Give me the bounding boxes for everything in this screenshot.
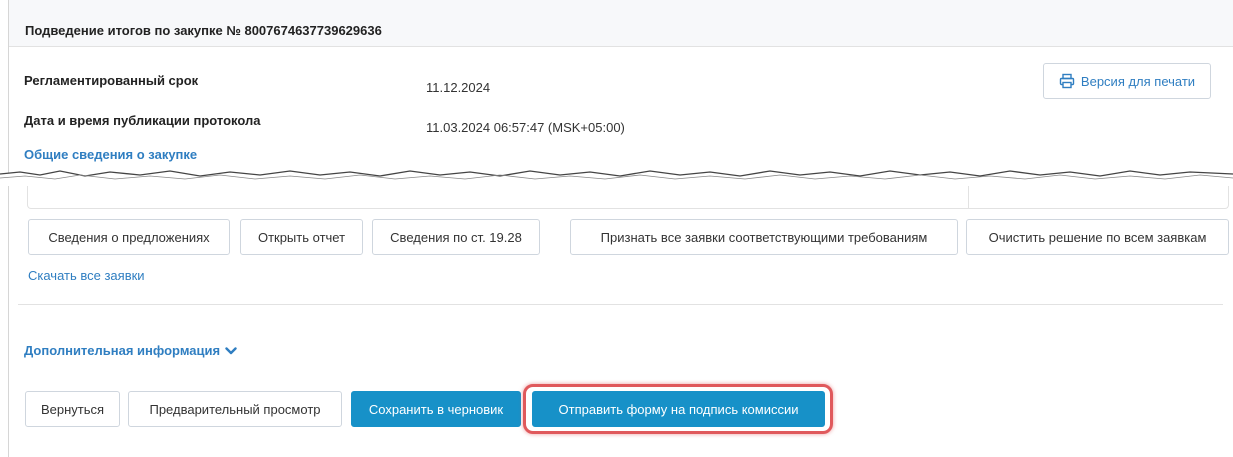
chevron-down-icon xyxy=(225,346,237,354)
bids-table-bottom xyxy=(27,186,1229,209)
art-1928-info-button[interactable]: Сведения по ст. 19.28 xyxy=(372,219,540,255)
panel-header: Подведение итогов по закупке № 800767463… xyxy=(9,0,1233,47)
highlight-frame xyxy=(523,384,833,434)
published-value: 11.03.2024 06:57:47 (MSK+05:00) xyxy=(426,120,625,135)
back-button[interactable]: Вернуться xyxy=(25,391,120,427)
published-label: Дата и время публикации протокола xyxy=(24,113,261,128)
deadline-value: 11.12.2024 xyxy=(426,80,491,95)
download-all-bids-link[interactable]: Скачать все заявки xyxy=(28,268,145,283)
additional-info-label: Дополнительная информация xyxy=(24,343,221,358)
offers-info-button[interactable]: Сведения о предложениях xyxy=(28,219,230,255)
accept-all-bids-button[interactable]: Признать все заявки соответствующими тре… xyxy=(570,219,958,255)
preview-button[interactable]: Предварительный просмотр xyxy=(128,391,342,427)
divider xyxy=(18,304,1223,305)
print-version-button[interactable]: Версия для печати xyxy=(1043,63,1211,99)
save-draft-button[interactable]: Сохранить в черновик xyxy=(351,391,521,427)
open-report-button[interactable]: Открыть отчет xyxy=(240,219,363,255)
additional-info-toggle[interactable]: Дополнительная информация xyxy=(24,343,237,358)
clear-all-decisions-button[interactable]: Очистить решение по всем заявкам xyxy=(966,219,1229,255)
page-title: Подведение итогов по закупке № 800767463… xyxy=(25,23,382,38)
printer-icon xyxy=(1059,73,1075,89)
print-version-label: Версия для печати xyxy=(1080,73,1196,89)
deadline-label: Регламентированный срок xyxy=(24,73,199,88)
